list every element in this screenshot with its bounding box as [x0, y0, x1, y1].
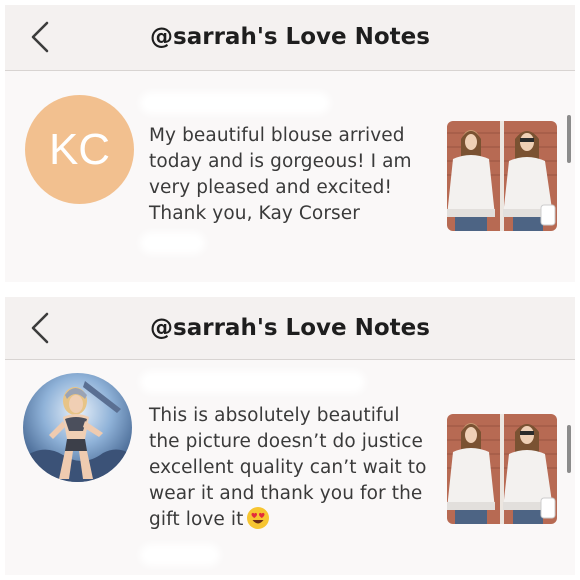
redacted-date [145, 549, 215, 561]
scrollbar[interactable] [567, 425, 571, 473]
message-text: This is absolutely beautiful the picture… [149, 403, 427, 533]
scrollbar[interactable] [567, 115, 571, 163]
product-thumbnail[interactable] [447, 414, 557, 524]
page-title: @sarrah's Love Notes [150, 315, 430, 341]
redacted-username [145, 97, 325, 109]
message-line: Thank you, Kay Corser [149, 203, 360, 224]
message-line: This is absolutely beautiful [149, 405, 400, 426]
product-photo-icon [447, 121, 557, 231]
product-thumbnail[interactable] [447, 121, 557, 231]
message-line: excellent quality can’t wait to [149, 457, 427, 478]
message-line: very pleased and excited! [149, 177, 392, 198]
redacted-username [145, 376, 360, 388]
message-line: wear it and thank you for the [149, 483, 423, 504]
avatar[interactable] [23, 373, 132, 482]
message-line: today and is gorgeous! I am [149, 151, 412, 172]
avatar[interactable]: KC [25, 95, 134, 204]
redacted-date [145, 237, 200, 249]
header-bar: @sarrah's Love Notes [5, 5, 575, 71]
header-bar: @sarrah's Love Notes [5, 297, 575, 360]
heart-eyes-emoji-icon [247, 507, 270, 529]
love-note-card-1: @sarrah's Love Notes KC My beautiful blo… [5, 5, 575, 282]
message-line-text: gift love it [149, 509, 244, 530]
page-title: @sarrah's Love Notes [150, 24, 430, 50]
product-photo-icon [447, 414, 557, 524]
love-note-card-2: @sarrah's Love Notes This is absolutely … [5, 297, 575, 575]
avatar-initials: KC [48, 125, 111, 174]
message-line: the picture doesn’t do justice [149, 431, 423, 452]
fantasy-warrior-avatar-icon [23, 373, 132, 482]
message-line: My beautiful blouse arrived [149, 125, 405, 146]
message-text: My beautiful blouse arrived today and is… [149, 123, 412, 227]
message-line: gift love it [149, 507, 427, 533]
